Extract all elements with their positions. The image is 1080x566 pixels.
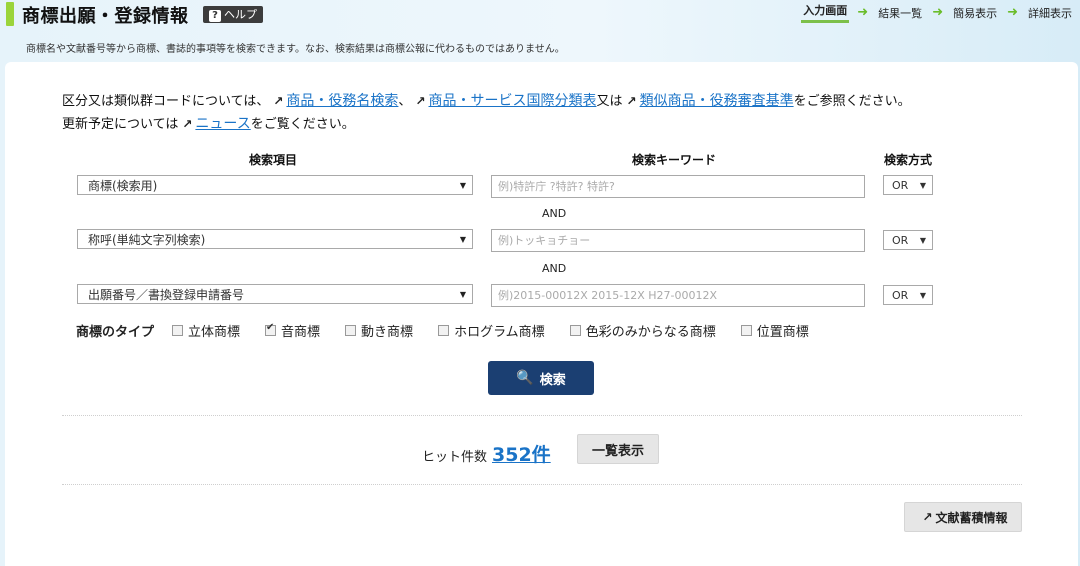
select-value: 商標(検索用) [88,179,158,193]
checkbox-label: 色彩のみからなる商標 [585,325,716,340]
link-international-classification[interactable]: 商品・サービス国際分類表 [429,93,597,109]
checkbox-motion-mark[interactable]: 動き商標 [345,321,413,340]
column-header-item: 検索項目 [249,153,298,167]
and-label: AND [542,262,567,275]
checkbox-label: ホログラム商標 [454,325,545,340]
step-simple-view: 簡易表示 [953,6,998,20]
help-button[interactable]: ? ヘルプ [203,6,263,23]
hit-count-link[interactable]: 352件 [492,440,551,467]
checkbox-box[interactable] [265,322,277,336]
search-mode-select-2[interactable]: OR ▼ [883,230,933,250]
external-link-icon: ↗ [182,117,193,131]
column-header-mode: 検索方式 [884,153,933,167]
external-link-icon: ↗ [273,94,284,108]
dropdown-caret-icon: ▼ [919,236,926,245]
step-navigation: 入力画面 ➜ 結果一覧 ➜ 簡易表示 ➜ 詳細表示 [801,2,1074,23]
hit-count-label: ヒット件数 [422,450,488,465]
divider [62,415,1022,416]
main-panel: 区分又は類似群コードについては、 ↗ 商品・役務名検索、 ↗ 商品・サービス国際分類表又… [5,62,1078,566]
checkbox-box[interactable] [172,325,184,336]
step-result-list: 結果一覧 [878,6,923,20]
hit-count: ヒット件数 352件 [422,440,551,467]
dropdown-caret-icon: ▼ [919,181,926,190]
checkbox-label: 音商標 [281,325,321,340]
search-button[interactable]: 🔍 検索 [488,361,594,395]
and-label: AND [542,207,567,220]
document-accumulation-button[interactable]: ↗ 文献蓄積情報 [904,502,1022,532]
link-news[interactable]: ニュース [195,116,250,132]
checkbox-hologram-mark[interactable]: ホログラム商標 [438,321,545,340]
checkbox-sound-mark[interactable]: 音商標 [265,321,320,340]
arrow-right-icon: ➜ [932,5,944,20]
search-button-label: 検索 [539,372,566,388]
checkbox-label: 動き商標 [361,325,414,340]
step-detail-view: 詳細表示 [1028,6,1072,20]
search-mode-select-3[interactable]: OR ▼ [883,285,933,305]
dropdown-caret-icon: ▼ [919,291,926,300]
dropdown-caret-icon: ▼ [459,235,466,244]
checkbox-box[interactable] [438,325,450,336]
checkbox-box[interactable] [740,325,752,336]
select-value: OR [892,179,909,192]
help-label: ヘルプ [224,8,257,21]
arrow-right-icon: ➜ [857,5,869,20]
list-view-button[interactable]: 一覧表示 [577,434,659,464]
page-subtitle: 商標名や文献番号等から商標、書誌的事項等を検索できます。なお、検索結果は商標公報… [26,44,565,55]
select-value: OR [892,289,909,302]
step-input: 入力画面 [801,2,850,23]
arrow-right-icon: ➜ [1007,5,1018,20]
checkbox-color-mark[interactable]: 色彩のみからなる商標 [569,321,716,340]
trademark-type-filter: 商標のタイプ 立体商標 音商標 動き商標 ホログラム商標 色彩のみからなる商標 … [76,321,834,340]
checkbox-position-mark[interactable]: 位置商標 [740,321,809,340]
search-item-select-1[interactable]: 商標(検索用) ▼ [77,175,473,195]
external-link-icon: ↗ [626,94,637,108]
external-link-icon: ↗ [415,94,426,108]
page-title: 商標出願・登録情報 [22,6,189,27]
checkbox-3d-mark[interactable]: 立体商標 [172,321,240,340]
search-mode-select-1[interactable]: OR ▼ [883,175,933,195]
dropdown-caret-icon: ▼ [459,290,466,299]
dropdown-caret-icon: ▼ [459,181,466,190]
checkbox-label: 立体商標 [188,325,241,340]
info-line-1: 区分又は類似群コードについては、 ↗ 商品・役務名検索、 ↗ 商品・サービス国際分類表又… [62,90,911,113]
search-item-select-2[interactable]: 称呼(単純文字列検索) ▼ [77,229,473,249]
trademark-type-label: 商標のタイプ [76,325,155,340]
column-header-keyword: 検索キーワード [632,153,717,167]
select-value: 出願番号／書換登録申請番号 [88,288,245,302]
search-item-select-3[interactable]: 出願番号／書換登録申請番号 ▼ [77,284,473,304]
info-suffix: をご参照ください。 [793,94,911,109]
external-link-icon: ↗ [922,510,933,524]
keyword-input-1[interactable]: 例)特許庁 ?特許? 特許? [491,175,865,198]
info-text: 区分又は類似群コードについては、 ↗ 商品・役務名検索、 ↗ 商品・サービス国際分類表又… [62,90,911,136]
select-value: 称呼(単純文字列検索) [88,233,206,247]
checkbox-label: 位置商標 [756,325,809,340]
keyword-input-3[interactable]: 例)2015-00012X 2015-12X H27-00012X [491,284,865,307]
link-goods-services-search[interactable]: 商品・役務名検索 [286,93,398,109]
search-icon: 🔍 [516,370,534,386]
info-suffix: をご覧ください。 [250,117,355,132]
info-line-2: 更新予定については ↗ ニュースをご覧ください。 [62,113,911,136]
header: 商標出願・登録情報 ? ヘルプ 商標名や文献番号等から商標、書誌的事項等を検索でき… [0,0,1080,62]
document-accumulation-label: 文献蓄積情報 [935,510,1008,525]
divider [62,484,1022,485]
keyword-input-2[interactable]: 例)トッキョチョー [491,229,865,252]
question-icon: ? [209,10,221,22]
checkbox-box[interactable] [345,325,357,336]
info-sep: 又は [596,94,623,109]
checkbox-box[interactable] [569,325,581,336]
info-prefix: 区分又は類似群コードについては、 [62,94,270,109]
info-prefix: 更新予定については [62,117,179,132]
select-value: OR [892,234,909,247]
link-examination-standard[interactable]: 類似商品・役務審査基準 [640,93,794,109]
info-sep: 、 [398,94,412,109]
title-accent-bar [6,2,14,26]
